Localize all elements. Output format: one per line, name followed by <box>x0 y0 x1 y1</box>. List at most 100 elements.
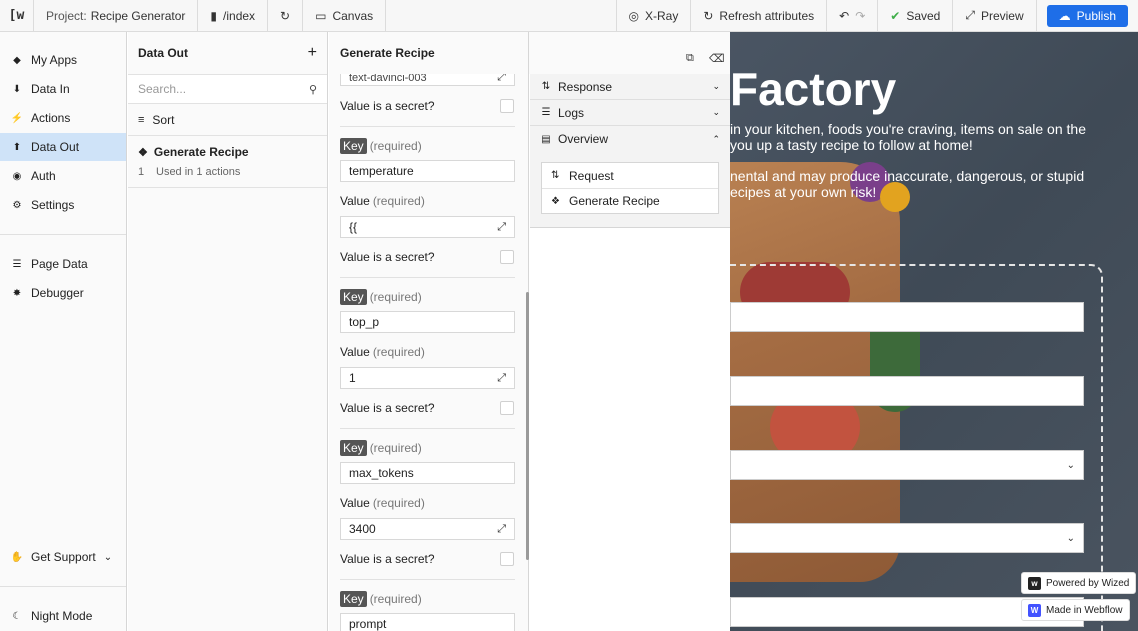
arrows-icon: ⇅ <box>551 170 560 181</box>
inspector-panel: ⇅ Response ⌄ ☰ Logs ⌄ ▤ Overview ⌃ ⇅ Req… <box>530 74 730 228</box>
expand-icon[interactable]: ⤢ <box>497 221 506 234</box>
usage-count: 1 <box>138 166 145 178</box>
secret-checkbox[interactable] <box>500 401 514 415</box>
topbar-spacer <box>386 0 617 32</box>
xray-button[interactable]: ◎ X-Ray <box>617 0 692 32</box>
search-placeholder: Search... <box>138 82 187 96</box>
value-input[interactable]: 3400 ⤢ <box>340 518 515 540</box>
config-scrollbar[interactable] <box>526 292 529 560</box>
response-section[interactable]: ⇅ Response ⌄ <box>530 74 730 100</box>
redo-icon[interactable]: ↷ <box>855 9 865 23</box>
data-out-panel: Data Out + Search... ⚲ ≡ Sort ❖ Generate… <box>128 32 328 631</box>
publish-button[interactable]: ☁ Publish <box>1046 4 1128 27</box>
duplicate-icon[interactable]: ⧉ <box>686 52 694 65</box>
secret-label: Value is a secret? <box>340 552 435 566</box>
panel-title: Data Out <box>138 46 189 60</box>
xray-icon: ◎ <box>628 8 639 23</box>
page-path: /index <box>223 8 256 23</box>
key-input[interactable]: prompt <box>340 613 515 631</box>
get-support-button[interactable]: ✋ Get Support ⌄ <box>0 543 126 571</box>
value-input[interactable]: {{ ⤢ <box>340 216 515 238</box>
saved-label: Saved <box>906 8 941 23</box>
usage-text: Used in 1 actions <box>156 166 241 178</box>
logs-label: Logs <box>558 105 585 120</box>
preview-label: Preview <box>980 8 1024 23</box>
publish-label: Publish <box>1076 8 1116 23</box>
sidebar-divider <box>0 234 126 235</box>
key-value: max_tokens <box>349 466 414 480</box>
logs-section[interactable]: ☰ Logs ⌄ <box>530 100 730 126</box>
check-circle-icon: ✔ <box>890 8 901 23</box>
value-value: 3400 <box>349 522 376 536</box>
overview-icon: ▤ <box>541 133 551 145</box>
overview-list: ⇅ Request ❖ Generate Recipe <box>541 162 719 214</box>
config-body: text-davinci-003 ⤢ Value is a secret? Ke… <box>329 70 528 631</box>
form-select[interactable]: ⌄ <box>730 450 1084 480</box>
overview-item-generate-recipe[interactable]: ❖ Generate Recipe <box>542 188 718 213</box>
sidebar-item-data-in[interactable]: ⬇ Data In <box>0 75 126 103</box>
key-input[interactable]: temperature <box>340 160 515 182</box>
sidebar-item-label: Page Data <box>31 257 88 271</box>
powered-by-wized-badge[interactable]: w Powered by Wized <box>1021 572 1137 594</box>
secret-checkbox[interactable] <box>500 250 514 264</box>
sidebar-item-debugger[interactable]: ✸ Debugger <box>0 279 126 307</box>
overview-section[interactable]: ▤ Overview ⌃ <box>530 126 730 152</box>
preview-button[interactable]: ⤢ Preview <box>953 0 1037 32</box>
undo-redo: ↶ ↷ <box>827 0 879 32</box>
list-icon: ☰ <box>541 107 551 118</box>
sidebar-item-my-apps[interactable]: ◆ My Apps <box>0 46 126 74</box>
add-icon[interactable]: + <box>308 44 317 62</box>
secret-label: Value is a secret? <box>340 250 435 264</box>
expand-icon[interactable]: ⤢ <box>497 372 506 385</box>
trash-icon[interactable]: ⌫ <box>709 52 725 65</box>
undo-icon[interactable]: ↶ <box>839 9 849 23</box>
night-mode-toggle[interactable]: ☾ Night Mode <box>0 602 126 630</box>
chevron-down-icon: ⌄ <box>103 551 113 563</box>
group-divider <box>340 277 515 278</box>
expand-icon[interactable]: ⤢ <box>497 523 506 536</box>
wized-logo[interactable]: [w <box>0 0 34 32</box>
refresh-attributes-button[interactable]: ↻ Refresh attributes <box>691 0 828 32</box>
config-panel: Generate Recipe text-davinci-003 ⤢ Value… <box>329 32 529 631</box>
page-selector[interactable]: ▮ /index <box>198 0 269 32</box>
value-label-text: Value <box>340 345 370 359</box>
layers-icon: ◆ <box>13 54 21 66</box>
project-selector[interactable]: Project: Recipe Generator <box>34 0 199 32</box>
key-input[interactable]: max_tokens <box>340 462 515 484</box>
xray-label: X-Ray <box>645 8 679 23</box>
sidebar-item-settings[interactable]: ⚙ Settings <box>0 191 126 219</box>
form-select[interactable]: ⌄ <box>730 523 1084 553</box>
reload-button[interactable]: ↻ <box>268 0 304 32</box>
list-item[interactable]: ❖ Generate Recipe 1 Used in 1 actions <box>128 136 327 188</box>
secret-label: Value is a secret? <box>340 99 435 113</box>
badge-label: Powered by Wized <box>1046 577 1130 589</box>
sidebar-item-page-data[interactable]: ☰ Page Data <box>0 250 126 278</box>
canvas-icon: ▭ <box>315 8 327 23</box>
secret-checkbox[interactable] <box>500 99 514 113</box>
value-input[interactable]: 1 ⤢ <box>340 367 515 389</box>
item-name: Generate Recipe <box>153 145 249 159</box>
sidebar-item-auth[interactable]: ◉ Auth <box>0 162 126 190</box>
canvas-label: Canvas <box>332 8 374 23</box>
made-in-webflow-badge[interactable]: W Made in Webflow <box>1021 599 1130 621</box>
sidebar-item-label: Data Out <box>31 140 80 154</box>
inspector-empty-area <box>530 228 730 631</box>
key-badge: Key <box>340 591 367 607</box>
key-input[interactable]: top_p <box>340 311 515 333</box>
form-input[interactable] <box>730 376 1084 406</box>
secret-checkbox[interactable] <box>500 552 514 566</box>
sidebar-item-actions[interactable]: ⚡ Actions <box>0 104 126 132</box>
value-value: {{ <box>349 220 358 234</box>
sidebar-item-data-out[interactable]: ⬆ Data Out <box>0 133 126 161</box>
canvas-toggle[interactable]: ▭ Canvas <box>303 0 387 32</box>
nodes-icon: ❖ <box>138 146 148 159</box>
chevron-down-icon: ⌄ <box>712 107 720 117</box>
webflow-icon: W <box>1028 603 1041 617</box>
sort-button[interactable]: ≡ Sort <box>128 104 327 136</box>
search-input[interactable]: Search... ⚲ <box>128 74 327 104</box>
chevron-down-icon: ⌄ <box>1066 532 1075 544</box>
form-input[interactable] <box>730 302 1084 332</box>
overview-item-request[interactable]: ⇅ Request <box>542 163 718 188</box>
top-bar: [w Project: Recipe Generator ▮ /index ↻ … <box>0 0 1138 32</box>
value-label: Value (required) <box>329 342 528 362</box>
